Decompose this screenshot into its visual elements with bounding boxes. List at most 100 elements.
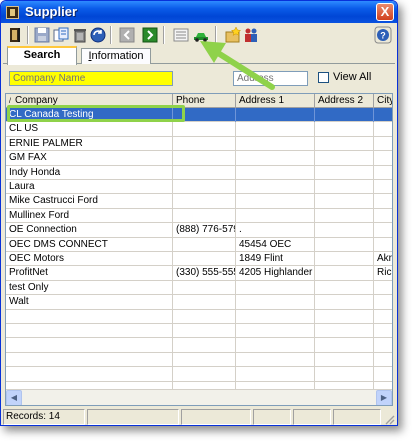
title-bar[interactable]: Supplier X (1, 1, 397, 23)
cell-address1 (236, 352, 315, 367)
cell-company: OEC Motors (6, 252, 173, 266)
cell-phone (173, 165, 236, 180)
column-header-city[interactable]: City (374, 94, 392, 108)
supplier-window: Supplier X ? Search Information Company … (0, 0, 398, 426)
toolbar-separator (215, 26, 217, 44)
table-row[interactable] (6, 338, 392, 353)
tab-information-label: nformation (91, 50, 144, 62)
cell-company (6, 309, 173, 324)
cell-address2 (315, 194, 374, 209)
records-count: Records: 14 (3, 409, 85, 425)
table-row[interactable]: CL US (6, 122, 392, 137)
table-row[interactable]: GM FAX (6, 151, 392, 166)
cell-address1 (236, 324, 315, 338)
cell-address2 (315, 151, 374, 166)
table-row[interactable]: CL Canada Testing (6, 108, 392, 123)
exit-icon[interactable] (5, 25, 25, 45)
cell-city (374, 209, 392, 223)
cell-phone (173, 252, 236, 266)
table-row[interactable]: ProfitNet(330) 555-55554205 Highlander P… (6, 266, 392, 281)
cell-company: Laura (6, 180, 173, 194)
cell-phone (173, 280, 236, 295)
cell-city (374, 295, 392, 309)
delete-icon[interactable] (70, 25, 90, 45)
cell-company: OE Connection (6, 223, 173, 238)
table-row[interactable]: Mike Castrucci Ford (6, 194, 392, 209)
address-input[interactable] (233, 71, 308, 86)
cell-address2 (315, 338, 374, 353)
cell-address1 (236, 367, 315, 382)
cell-company: OEC DMS CONNECT (6, 237, 173, 252)
cell-address2 (315, 165, 374, 180)
toolbar-separator (27, 26, 29, 44)
cell-phone (173, 295, 236, 310)
filter-row: View All (3, 66, 395, 90)
column-header-company-label: Company (14, 95, 58, 106)
scroll-left-icon[interactable]: ◀ (6, 390, 22, 405)
forward-icon[interactable] (140, 25, 160, 45)
toolbar: ? (3, 24, 395, 47)
table-row[interactable] (6, 309, 392, 324)
cell-city (374, 338, 392, 352)
cell-phone: (330) 555-5555 (173, 266, 236, 281)
cell-address2 (315, 352, 374, 367)
back-icon[interactable] (117, 25, 137, 45)
svg-text:?: ? (380, 31, 386, 41)
resize-grip-icon[interactable] (383, 413, 395, 425)
table-row[interactable]: Indy Honda (6, 165, 392, 180)
people-icon[interactable] (241, 25, 261, 45)
cell-phone (173, 122, 236, 137)
cell-phone (173, 136, 236, 151)
cell-city (374, 137, 392, 151)
table-row[interactable]: Laura (6, 180, 392, 195)
cell-address2 (315, 208, 374, 223)
table-row[interactable]: Walt (6, 295, 392, 310)
table-row[interactable]: ERNIE PALMER (6, 136, 392, 152)
cell-phone (173, 151, 236, 166)
cell-address1: 4205 Highlander Par (236, 266, 315, 281)
column-header-company[interactable]: / Company (6, 94, 173, 108)
cell-city (374, 353, 392, 367)
status-panel (87, 409, 179, 425)
cell-company: Walt (6, 295, 173, 310)
cell-company: CL US (6, 122, 173, 137)
table-row[interactable]: OE Connection(888) 776-5792. (6, 223, 392, 238)
view-all-checkbox[interactable] (318, 72, 329, 83)
cell-city (374, 180, 392, 194)
cell-address2 (315, 122, 374, 137)
cell-company: Mike Castrucci Ford (6, 194, 173, 209)
help-icon[interactable]: ? (373, 25, 393, 45)
cell-address2 (315, 180, 374, 194)
tab-search[interactable]: Search (7, 46, 77, 65)
table-row[interactable] (6, 352, 392, 368)
cell-address1 (236, 136, 315, 151)
list-icon[interactable] (171, 25, 191, 45)
close-button[interactable]: X (376, 3, 394, 21)
folder-star-icon[interactable] (223, 25, 243, 45)
cell-address1: 1849 Flint (236, 252, 315, 266)
table-row[interactable] (6, 367, 392, 382)
refresh-icon[interactable] (88, 25, 108, 45)
scroll-right-icon[interactable]: ▶ (376, 390, 392, 405)
cell-city (374, 194, 392, 208)
cell-address1 (236, 309, 315, 324)
tab-information[interactable]: Information (81, 48, 151, 64)
column-header-phone[interactable]: Phone (173, 94, 236, 108)
copy-icon[interactable] (51, 25, 71, 45)
car-icon[interactable] (191, 25, 211, 45)
company-name-input[interactable] (9, 71, 173, 86)
cell-address2 (315, 108, 374, 122)
table-row[interactable]: OEC Motors 1849 Flint Akro (6, 252, 392, 267)
status-bar: Records: 14 (3, 409, 395, 425)
cell-phone (173, 194, 236, 209)
column-header-address2[interactable]: Address 2 (315, 94, 374, 108)
cell-company (6, 324, 173, 338)
table-row[interactable]: test Only (6, 280, 392, 296)
table-row[interactable]: Mullinex Ford (6, 208, 392, 224)
save-icon[interactable] (32, 25, 52, 45)
column-header-address1[interactable]: Address 1 (236, 94, 315, 108)
horizontal-scrollbar[interactable]: ◀ ▶ (6, 389, 392, 405)
table-row[interactable]: OEC DMS CONNECT 45454 OEC (6, 237, 392, 252)
table-row[interactable] (6, 324, 392, 339)
cell-company: CL Canada Testing (6, 108, 173, 122)
